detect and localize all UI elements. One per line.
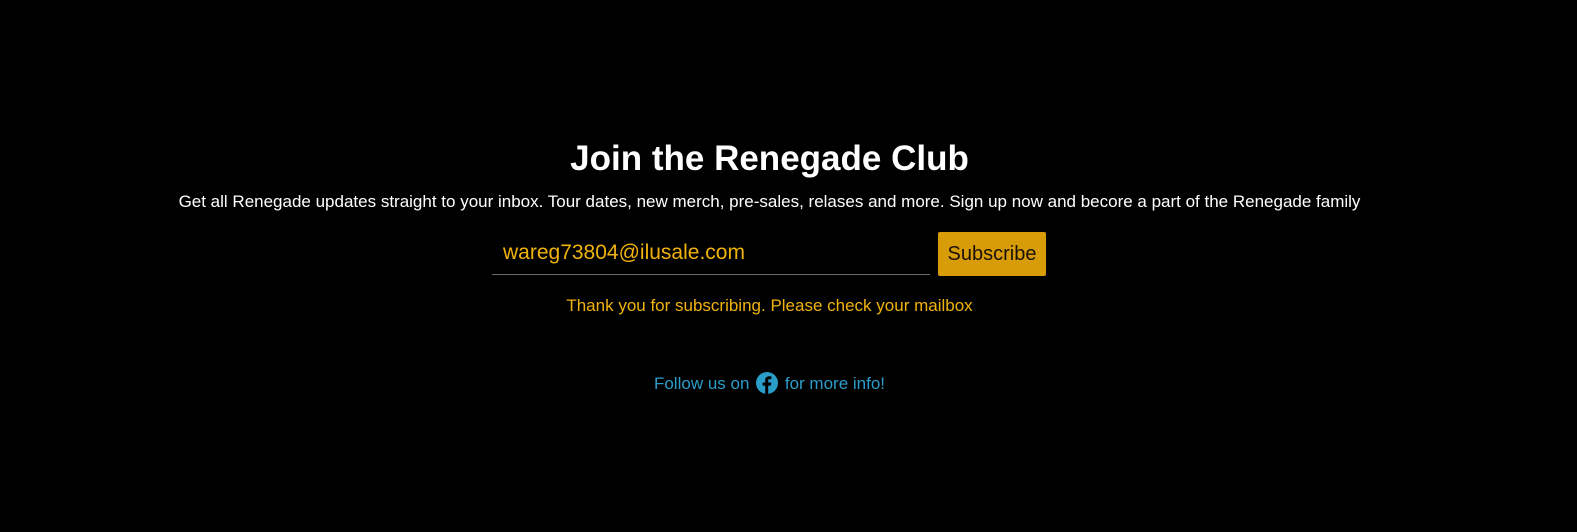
follow-line: Follow us on for more info! <box>0 372 1539 396</box>
signup-description: Get all Renegade updates straight to you… <box>178 192 1361 211</box>
signup-form: Subscribe <box>492 232 1048 276</box>
follow-prefix: Follow us on <box>653 374 750 393</box>
success-message: Thank you for subscribing. Please check … <box>566 296 973 315</box>
subscribe-button[interactable]: Subscribe <box>938 232 1046 276</box>
email-field[interactable] <box>492 232 930 275</box>
page-title: Join the Renegade Club <box>570 139 969 178</box>
facebook-icon[interactable] <box>756 372 779 394</box>
newsletter-section: Join the Renegade Club Get all Renegade … <box>0 0 1577 532</box>
follow-suffix: for more info! <box>784 374 886 393</box>
